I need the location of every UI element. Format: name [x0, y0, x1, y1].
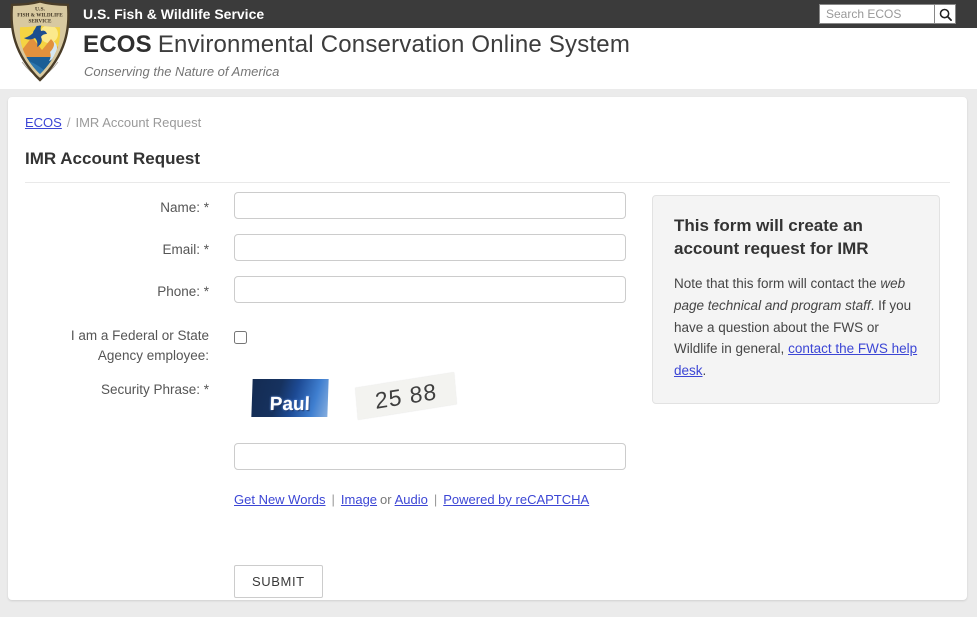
phone-row: Phone: * — [25, 276, 645, 303]
security-phrase-input[interactable] — [234, 443, 626, 470]
captcha-answer-row — [25, 443, 645, 470]
note-text-3: . — [703, 363, 707, 378]
captcha-image: Paul 25 88 — [234, 374, 456, 420]
site-title: ECOSEnvironmental Conservation Online Sy… — [83, 31, 630, 59]
fws-shield-icon: U.S. FISH & WILDLIFE SERVICE — [8, 69, 72, 86]
employee-row: I am a Federal or State Agency employee: — [25, 324, 645, 365]
submit-button[interactable]: SUBMIT — [234, 565, 323, 598]
info-box-title: This form will create an account request… — [674, 215, 918, 261]
masthead: ECOSEnvironmental Conservation Online Sy… — [0, 28, 977, 89]
federal-employee-checkbox[interactable] — [234, 331, 247, 344]
captcha-word-2: 25 88 — [355, 372, 457, 420]
captcha-word-1: Paul — [251, 379, 328, 417]
breadcrumb-ecos-link[interactable]: ECOS — [25, 115, 62, 130]
site-search — [819, 4, 956, 24]
phone-input[interactable] — [234, 276, 626, 303]
app-full-name: Environmental Conservation Online System — [158, 31, 630, 58]
name-row: Name: * — [25, 192, 645, 219]
svg-text:SERVICE: SERVICE — [29, 19, 52, 25]
site-tagline: Conserving the Nature of America — [84, 64, 279, 79]
email-row: Email: * — [25, 234, 645, 261]
search-icon — [939, 8, 952, 21]
page-title: IMR Account Request — [25, 149, 950, 169]
fws-logo[interactable]: U.S. FISH & WILDLIFE SERVICE — [8, 0, 72, 82]
imr-account-request-form: Name: * Email: * Phone: * I am a Federal… — [25, 192, 645, 598]
email-label: Email: * — [25, 234, 209, 261]
note-text-1: Note that this form will contact the — [674, 276, 880, 291]
powered-by-recaptcha-link[interactable]: Powered by reCAPTCHA — [443, 492, 589, 507]
top-bar: U.S. Fish & Wildlife Service — [0, 0, 977, 28]
email-input[interactable] — [234, 234, 626, 261]
breadcrumb-separator: / — [67, 115, 71, 130]
search-input[interactable] — [819, 4, 934, 24]
info-box-note: Note that this form will contact the web… — [674, 273, 918, 382]
name-input[interactable] — [234, 192, 626, 219]
get-new-words-link[interactable]: Get New Words — [234, 492, 326, 507]
breadcrumb-current: IMR Account Request — [75, 115, 201, 130]
captcha-links-row: Get New Words|ImageorAudio|Powered by re… — [25, 490, 645, 531]
captcha-image-link[interactable]: Image — [341, 492, 377, 507]
captcha-audio-link[interactable]: Audio — [395, 492, 428, 507]
security-phrase-row: Security Phrase: * Paul 25 88 — [25, 374, 645, 420]
app-acronym: ECOS — [83, 31, 152, 58]
search-button[interactable] — [934, 4, 956, 24]
info-box: This form will create an account request… — [652, 195, 940, 404]
breadcrumb: ECOS / IMR Account Request — [25, 115, 950, 130]
security-phrase-label: Security Phrase: * — [25, 374, 209, 420]
captcha-links: Get New Words|ImageorAudio|Powered by re… — [234, 490, 589, 507]
content-card: ECOS / IMR Account Request IMR Account Req… — [8, 97, 967, 600]
title-divider — [25, 182, 950, 183]
employee-label: I am a Federal or State Agency employee: — [25, 324, 209, 365]
agency-name: U.S. Fish & Wildlife Service — [83, 6, 264, 22]
name-label: Name: * — [25, 192, 209, 219]
submit-row: SUBMIT — [25, 565, 645, 598]
phone-label: Phone: * — [25, 276, 209, 303]
